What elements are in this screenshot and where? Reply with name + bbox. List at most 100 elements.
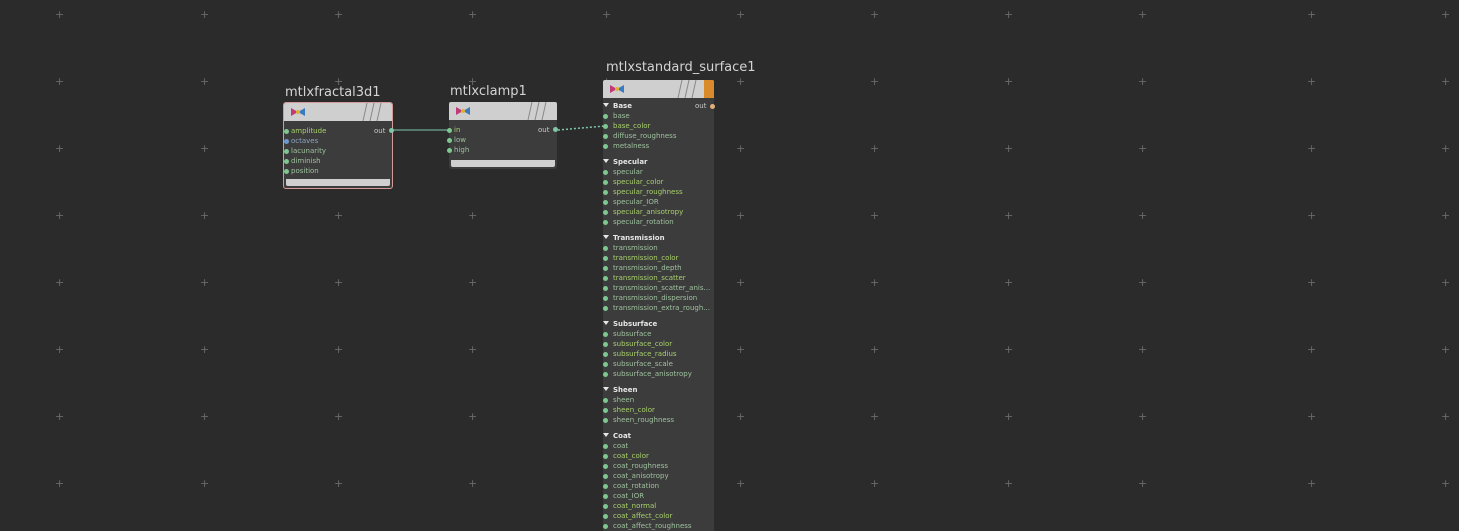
input-port[interactable] — [603, 372, 608, 377]
input-port[interactable] — [603, 332, 608, 337]
grid-cross — [1307, 278, 1316, 287]
clamp-node-header[interactable] — [449, 102, 557, 120]
grid-cross — [468, 278, 477, 287]
input-port[interactable] — [603, 124, 608, 129]
input-port[interactable] — [603, 306, 608, 311]
input-label: base — [613, 112, 630, 120]
input-port[interactable] — [603, 342, 608, 347]
input-port[interactable] — [603, 474, 608, 479]
grid-cross — [200, 144, 209, 153]
input-port[interactable] — [447, 138, 452, 143]
grid-cross — [55, 144, 64, 153]
grid-cross — [55, 211, 64, 220]
input-port[interactable] — [603, 504, 608, 509]
input-port[interactable] — [603, 524, 608, 529]
grid-cross — [334, 412, 343, 421]
input-port[interactable] — [603, 454, 608, 459]
input-label: metalness — [613, 142, 650, 150]
input-port[interactable] — [603, 484, 608, 489]
collapse-triangle-icon[interactable] — [603, 159, 609, 163]
grid-cross — [468, 211, 477, 220]
input-port[interactable] — [603, 464, 608, 469]
grid-cross — [602, 10, 611, 19]
input-label: coat_affect_color — [613, 512, 673, 520]
input-port[interactable] — [603, 398, 608, 403]
section-title: Subsurface — [613, 320, 658, 328]
input-port[interactable] — [603, 352, 608, 357]
collapse-triangle-icon[interactable] — [603, 321, 609, 325]
input-port[interactable] — [603, 190, 608, 195]
input-port[interactable] — [603, 266, 608, 271]
input-port[interactable] — [603, 362, 608, 367]
input-label: base_color — [613, 122, 651, 130]
input-port[interactable] — [447, 128, 452, 133]
clamp-node-footer[interactable] — [451, 160, 555, 167]
collapse-triangle-icon[interactable] — [603, 433, 609, 437]
surface-node-title: mtlxstandard_surface1 — [606, 60, 756, 75]
input-port[interactable] — [603, 210, 608, 215]
section-header-base[interactable]: Base — [603, 101, 632, 111]
input-port[interactable] — [603, 134, 608, 139]
collapse-triangle-icon[interactable] — [603, 103, 609, 107]
surface-node[interactable]: out Base base base_color diffuse_roughness m… — [603, 80, 715, 531]
section-header-coat[interactable]: Coat — [603, 431, 631, 441]
grid-cross — [870, 412, 879, 421]
section-title: Sheen — [613, 386, 638, 394]
collapse-triangle-icon[interactable] — [603, 387, 609, 391]
fractal-output-port[interactable] — [389, 128, 394, 133]
grid-cross — [200, 278, 209, 287]
input-port[interactable] — [603, 144, 608, 149]
collapse-triangle-icon[interactable] — [603, 235, 609, 239]
section-header-transmission[interactable]: Transmission — [603, 233, 665, 243]
grid-cross — [1138, 77, 1147, 86]
network-canvas[interactable] — [0, 0, 1459, 531]
input-port[interactable] — [603, 256, 608, 261]
input-port[interactable] — [603, 296, 608, 301]
fractal-node-header[interactable] — [284, 103, 392, 121]
input-port[interactable] — [284, 149, 289, 154]
input-label: transmission_scatter_anis... — [613, 284, 711, 292]
grid-cross — [200, 412, 209, 421]
input-label: transmission_extra_rough... — [613, 304, 710, 312]
input-port[interactable] — [603, 114, 608, 119]
grid-cross — [870, 77, 879, 86]
input-port[interactable] — [603, 408, 608, 413]
grid-cross — [55, 278, 64, 287]
input-port[interactable] — [603, 494, 608, 499]
input-port[interactable] — [603, 180, 608, 185]
clamp-node[interactable]: in low high out — [447, 102, 558, 169]
input-port[interactable] — [284, 129, 289, 134]
output-flag[interactable] — [704, 80, 714, 98]
clamp-output-port[interactable] — [553, 127, 558, 132]
section-header-sheen[interactable]: Sheen — [603, 385, 638, 395]
input-port[interactable] — [603, 246, 608, 251]
input-port[interactable] — [603, 514, 608, 519]
input-port[interactable] — [284, 169, 289, 174]
input-label: coat_anisotropy — [613, 472, 669, 480]
surface-node-header[interactable] — [603, 80, 714, 98]
input-port[interactable] — [603, 418, 608, 423]
section-header-subsurface[interactable]: Subsurface — [603, 319, 657, 329]
section-title: Specular — [613, 158, 648, 166]
input-port[interactable] — [447, 148, 452, 153]
section-header-specular[interactable]: Specular — [603, 157, 648, 167]
input-port[interactable] — [284, 159, 289, 164]
fractal-node[interactable]: amplitude octaves lacunarity diminish positi… — [283, 102, 394, 189]
surface-output-port[interactable] — [710, 104, 715, 109]
grid-cross — [1138, 345, 1147, 354]
grid-cross — [334, 278, 343, 287]
section-title: Base — [613, 102, 632, 110]
input-port[interactable] — [603, 276, 608, 281]
grid-cross — [736, 412, 745, 421]
input-port[interactable] — [603, 286, 608, 291]
grid-cross — [1138, 412, 1147, 421]
input-port[interactable] — [603, 220, 608, 225]
fractal-node-footer[interactable] — [286, 179, 390, 186]
input-port[interactable] — [603, 200, 608, 205]
grid-cross — [334, 345, 343, 354]
input-port[interactable] — [603, 444, 608, 449]
grid-cross — [1307, 345, 1316, 354]
grid-cross — [1004, 345, 1013, 354]
input-port[interactable] — [284, 139, 289, 144]
input-port[interactable] — [603, 170, 608, 175]
